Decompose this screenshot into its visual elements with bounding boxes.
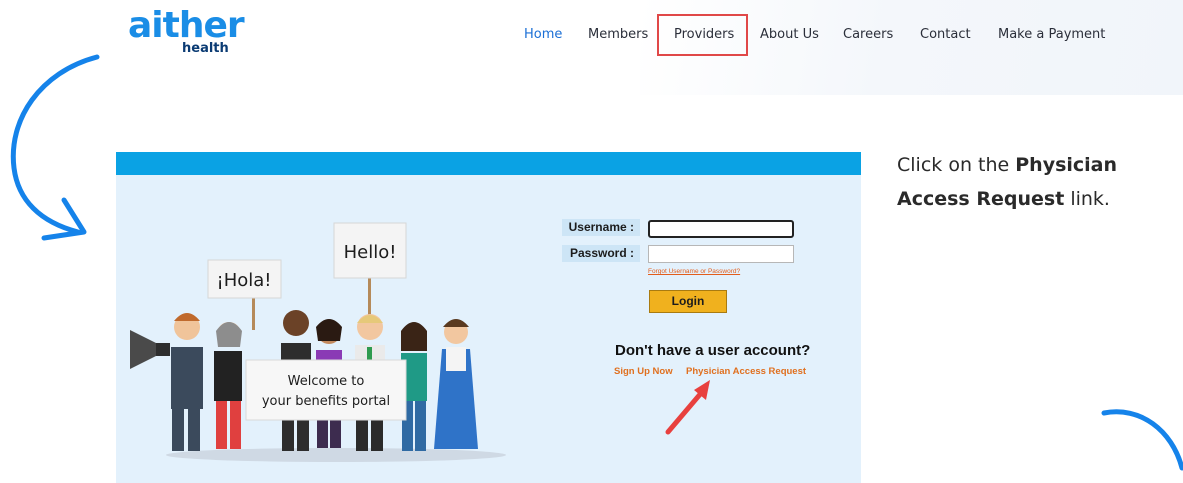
welcome-people-illustration: ¡Hola! Hello! Welcome to your benefits p… (130, 222, 506, 462)
instruction-text: Click on the Physician Access Request li… (897, 148, 1177, 216)
decorative-arc-icon (1101, 409, 1183, 471)
benefits-portal-login: ¡Hola! Hello! Welcome to your benefits p… (116, 152, 861, 483)
password-label: Password : (562, 245, 640, 262)
no-account-heading: Don't have a user account? (615, 342, 811, 359)
forgot-credentials-link[interactable]: Forgot Username or Password? (648, 268, 740, 275)
login-button[interactable]: Login (649, 290, 727, 313)
instruction-suffix: link. (1064, 188, 1110, 210)
password-input[interactable] (648, 245, 794, 263)
hola-sign-text: ¡Hola! (216, 270, 271, 291)
nav-careers-link[interactable]: Careers (843, 27, 893, 43)
logo-wordmark: aither (128, 5, 245, 46)
username-input[interactable] (648, 220, 794, 238)
username-label: Username : (562, 219, 640, 236)
welcome-banner-line2: your benefits portal (262, 394, 390, 409)
instruction-bold-1: Physician (1015, 154, 1118, 176)
nav-members-link[interactable]: Members (588, 27, 648, 43)
welcome-banner-line1: Welcome to (288, 374, 365, 389)
instruction-prefix: Click on the (897, 154, 1016, 176)
nav-home-link[interactable]: Home (524, 27, 562, 43)
nav-contact-link[interactable]: Contact (920, 27, 971, 43)
red-pointer-arrow-icon (665, 380, 710, 435)
portal-top-bar (116, 152, 861, 175)
curved-arrow-icon (10, 54, 100, 241)
instruction-bold-2: Access Request (897, 188, 1065, 210)
nav-make-a-payment-link[interactable]: Make a Payment (998, 27, 1105, 43)
aither-health-logo[interactable]: aither health (128, 5, 245, 56)
hello-sign-text: Hello! (344, 242, 397, 263)
providers-highlight-box (657, 14, 748, 56)
nav-about-us-link[interactable]: About Us (760, 27, 819, 43)
logo-subtitle: health (182, 41, 229, 56)
